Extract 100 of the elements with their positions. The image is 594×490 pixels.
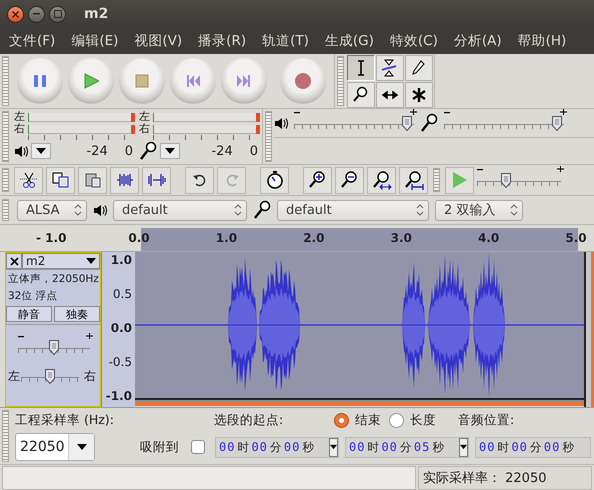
toolbar-grip[interactable] bbox=[2, 410, 9, 462]
meter-scale-label: -24 bbox=[211, 144, 233, 158]
menu-item[interactable]: 编辑(E) bbox=[66, 29, 124, 53]
zoom-out-button[interactable] bbox=[335, 166, 364, 194]
close-icon bbox=[10, 256, 18, 266]
zoom-in-icon bbox=[308, 170, 328, 190]
vertical-scrollbar[interactable] bbox=[584, 252, 594, 407]
meter-menu-button[interactable] bbox=[31, 143, 51, 159]
trim-button[interactable] bbox=[110, 166, 139, 194]
slider-thumb[interactable] bbox=[500, 172, 511, 188]
time-field[interactable]: 00 时 00 分 00 秒 bbox=[475, 436, 591, 458]
silence-button[interactable] bbox=[142, 166, 171, 194]
toolbar-grip[interactable] bbox=[265, 111, 272, 162]
input-device-select[interactable]: default bbox=[277, 200, 429, 220]
track-info: 32位 浮点 bbox=[7, 289, 59, 304]
toolbar-grip[interactable] bbox=[433, 168, 440, 192]
zoom-in-button[interactable] bbox=[303, 166, 332, 194]
track-name-menu[interactable]: m2 bbox=[22, 253, 100, 269]
time-field[interactable]: 00 时 00 分 00 秒 bbox=[215, 436, 339, 458]
skip-to-end-icon bbox=[236, 73, 252, 89]
slider-thumb[interactable] bbox=[402, 116, 412, 130]
audio-host-select[interactable]: ALSA bbox=[17, 200, 87, 220]
slider-thumb[interactable] bbox=[49, 340, 59, 355]
microphone-icon bbox=[139, 141, 157, 161]
input-channels-select[interactable]: 2 双输入 bbox=[435, 200, 523, 220]
copy-button[interactable] bbox=[46, 166, 75, 194]
project-rate-field[interactable]: 22050 bbox=[15, 433, 95, 461]
toolbar-grip[interactable] bbox=[2, 199, 9, 221]
plus-icon bbox=[86, 333, 93, 339]
mute-button[interactable]: 静音 bbox=[6, 306, 52, 322]
amplitude-label: 1.0 bbox=[110, 253, 132, 267]
menu-item[interactable]: 视图(V) bbox=[129, 29, 188, 53]
horizontal-scrollbar[interactable] bbox=[135, 398, 584, 406]
output-device-select[interactable]: default bbox=[113, 200, 247, 220]
slider-thumb[interactable] bbox=[45, 369, 55, 384]
redo-icon bbox=[224, 172, 240, 188]
menu-item[interactable]: 帮助(H) bbox=[512, 29, 572, 53]
asterisk-icon bbox=[410, 86, 428, 104]
plus-icon bbox=[410, 108, 417, 114]
timer-button[interactable] bbox=[260, 166, 289, 194]
fit-project-button[interactable] bbox=[399, 166, 428, 194]
fit-selection-button[interactable] bbox=[367, 166, 396, 194]
zoom-fit-icon bbox=[372, 170, 392, 190]
ruler-label: 5.0 bbox=[565, 231, 587, 245]
zoom-out-icon bbox=[340, 170, 360, 190]
meter-menu-button[interactable] bbox=[160, 143, 180, 159]
radio-label: 长度 bbox=[410, 412, 436, 428]
zoom-tool[interactable] bbox=[347, 82, 375, 108]
paste-button[interactable] bbox=[78, 166, 107, 194]
zoom-width-icon bbox=[404, 170, 424, 190]
time-field[interactable]: 00 时 00 分 05 秒 bbox=[345, 436, 469, 458]
selection-tool[interactable] bbox=[347, 55, 375, 81]
clipboard-icon bbox=[84, 171, 102, 189]
waveform-icon bbox=[116, 171, 134, 189]
undo-button[interactable] bbox=[185, 166, 214, 194]
dropdown-button[interactable] bbox=[459, 438, 468, 456]
menu-item[interactable]: 播录(R) bbox=[193, 29, 252, 53]
maximize-button[interactable] bbox=[49, 6, 66, 22]
solo-button[interactable]: 独奏 bbox=[54, 306, 100, 322]
slider-thumb[interactable] bbox=[552, 116, 562, 130]
amplitude-label: -0.5 bbox=[108, 355, 132, 369]
pan-left-label: 左 bbox=[8, 368, 21, 385]
radio-button[interactable] bbox=[334, 412, 349, 428]
multi-tool[interactable] bbox=[405, 82, 433, 108]
meter-scale-label: 0 bbox=[250, 144, 258, 158]
menu-item[interactable]: 分析(A) bbox=[448, 29, 507, 53]
menu-item[interactable]: 生成(G) bbox=[320, 29, 379, 53]
toolbar-grip[interactable] bbox=[2, 111, 9, 162]
draw-tool[interactable] bbox=[405, 55, 433, 81]
radio-button[interactable] bbox=[389, 412, 404, 428]
close-icon bbox=[12, 10, 19, 18]
plus-icon bbox=[557, 166, 564, 172]
minimize-button[interactable] bbox=[28, 6, 45, 22]
close-button[interactable] bbox=[7, 6, 24, 22]
play-icon bbox=[83, 73, 99, 89]
menu-item[interactable]: 轨道(T) bbox=[257, 29, 314, 53]
record-button[interactable] bbox=[280, 58, 326, 104]
skip-to-end-button[interactable] bbox=[221, 58, 267, 104]
envelope-tool[interactable] bbox=[376, 55, 404, 81]
dropdown-button[interactable] bbox=[329, 438, 338, 456]
skip-to-start-button[interactable] bbox=[170, 58, 216, 104]
record-icon bbox=[295, 73, 311, 89]
microphone-icon bbox=[420, 113, 438, 133]
caret-icon bbox=[330, 444, 337, 450]
plus-icon bbox=[560, 108, 567, 114]
minus-icon bbox=[444, 112, 450, 114]
ruler-label: 2.0 bbox=[303, 231, 324, 245]
pause-button[interactable] bbox=[17, 58, 63, 104]
undo-icon bbox=[192, 172, 208, 188]
time-shift-tool[interactable] bbox=[376, 82, 404, 108]
spinner-arrows-icon bbox=[510, 204, 518, 216]
toolbar-grip[interactable] bbox=[337, 56, 344, 106]
menu-item[interactable]: 特效(C) bbox=[384, 29, 443, 53]
toolbar-grip[interactable] bbox=[2, 168, 9, 192]
cut-button[interactable] bbox=[14, 166, 43, 194]
timeline-ruler[interactable]: - 1.0 0.0 1.0 2.0 3.0 4.0 5.0 bbox=[0, 225, 594, 252]
snap-checkbox[interactable] bbox=[191, 440, 205, 454]
dropdown-button[interactable] bbox=[68, 434, 94, 460]
toolbar-grip[interactable] bbox=[2, 56, 9, 106]
menu-item[interactable]: 文件(F) bbox=[4, 29, 60, 53]
